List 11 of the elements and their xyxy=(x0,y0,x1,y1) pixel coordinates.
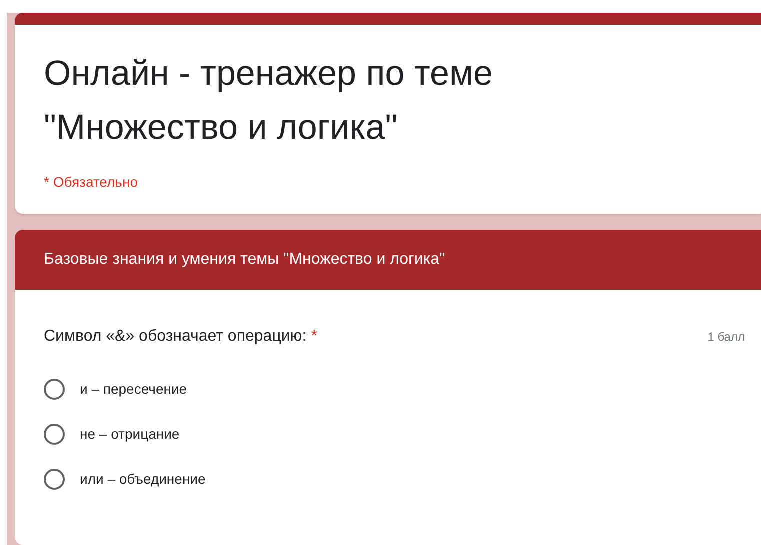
points-label: 1 балл xyxy=(708,329,745,346)
radio-button[interactable] xyxy=(44,469,65,490)
required-note: * Обязательно xyxy=(44,173,138,192)
option-label: или – объединение xyxy=(80,470,206,489)
form-title: Онлайн - тренажер по теме "Множество и логика" xyxy=(44,53,494,149)
question-text: Символ «&» обозначает операцию: * xyxy=(44,327,318,347)
radio-button[interactable] xyxy=(44,379,65,400)
radio-button[interactable] xyxy=(44,424,65,445)
option-label: не – отрицание xyxy=(80,425,180,444)
option-label: и – пересечение xyxy=(80,380,188,399)
section-title: Базовые знания и умения темы "Множество и логика" xyxy=(44,250,446,270)
